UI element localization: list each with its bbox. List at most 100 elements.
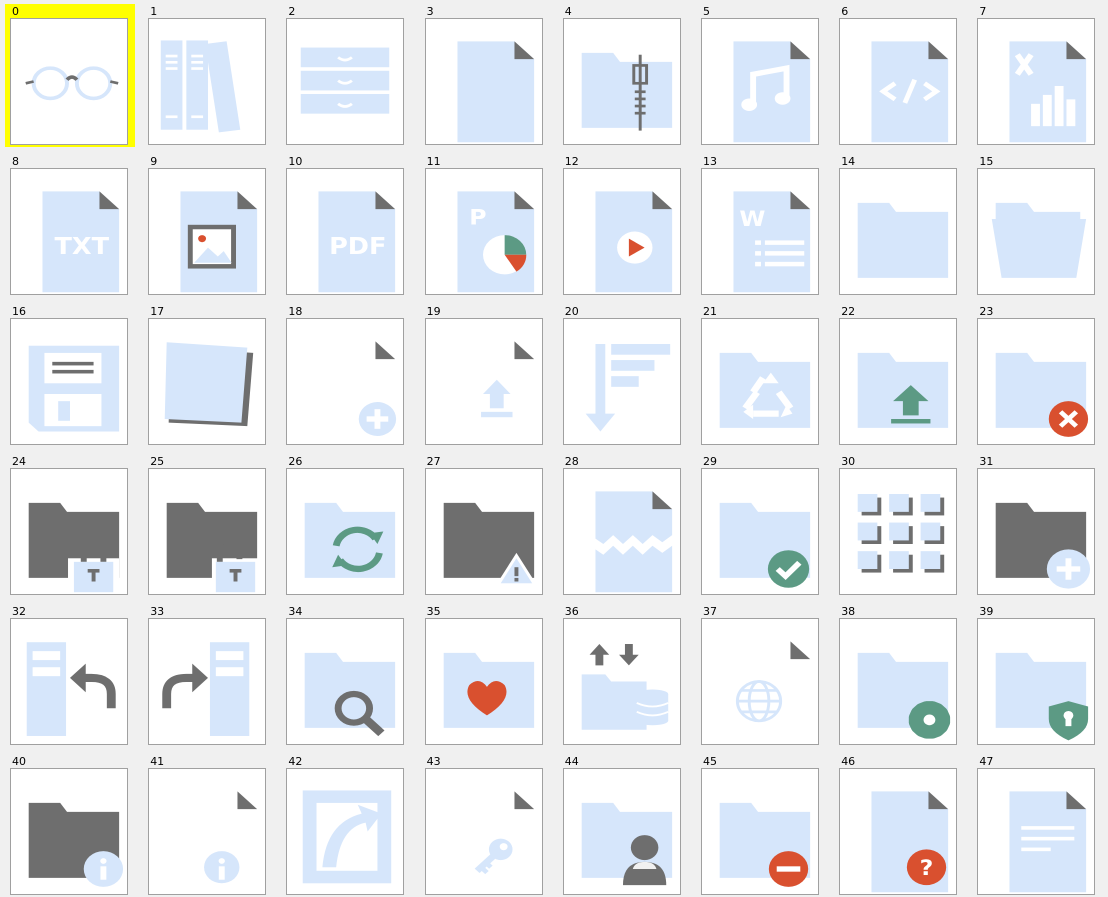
icon-tile[interactable]: 19 — [420, 304, 550, 447]
tile-preview[interactable] — [10, 318, 128, 445]
icon-tile[interactable]: 25 — [143, 454, 273, 597]
icon-tile[interactable]: 27 — [420, 454, 550, 597]
icon-tile[interactable]: 23 — [972, 304, 1102, 447]
icon-tile[interactable]: 29 — [696, 454, 826, 597]
tile-preview[interactable] — [10, 768, 128, 895]
tile-preview[interactable]: TXT — [10, 168, 128, 295]
icon-tile[interactable]: 24 — [5, 454, 135, 597]
icon-tile[interactable]: 46? — [834, 754, 964, 897]
icon-tile[interactable]: 9 — [143, 154, 273, 297]
icon-tile[interactable]: 40 — [5, 754, 135, 897]
icon-tile[interactable]: 36 — [558, 604, 688, 747]
icon-tile[interactable]: 13 W — [696, 154, 826, 297]
icon-tile[interactable]: 20 — [558, 304, 688, 447]
icon-tile[interactable]: 21 — [696, 304, 826, 447]
tile-preview[interactable] — [562, 768, 681, 895]
tile-preview[interactable] — [286, 618, 405, 745]
icon-tile[interactable]: 38 — [834, 604, 964, 747]
tile-preview[interactable] — [977, 168, 1096, 295]
icon-tile[interactable]: 17 — [143, 304, 273, 447]
icon-tile[interactable]: 28 — [558, 454, 688, 597]
tile-preview[interactable] — [701, 18, 819, 145]
tile-preview[interactable] — [148, 18, 267, 145]
icon-tile[interactable]: 30 — [834, 454, 964, 597]
icon-tile[interactable]: 11 P — [420, 154, 550, 297]
tile-preview[interactable] — [562, 468, 681, 595]
icon-tile[interactable]: 1 — [143, 4, 273, 147]
tile-preview[interactable] — [148, 318, 267, 445]
tile-preview[interactable] — [977, 768, 1096, 895]
icon-tile[interactable]: 15 — [972, 154, 1102, 297]
icon-tile[interactable]: 32 — [5, 604, 135, 747]
tile-preview[interactable] — [424, 318, 543, 445]
tile-preview[interactable] — [286, 18, 405, 145]
tile-preview[interactable] — [839, 168, 958, 295]
tile-preview[interactable] — [977, 318, 1096, 445]
icon-tile[interactable]: 7 — [972, 4, 1102, 147]
icon-tile[interactable]: 8 TXT — [5, 154, 135, 297]
icon-tile[interactable]: 37 — [696, 604, 826, 747]
icon-tile[interactable]: 43 — [420, 754, 550, 897]
icon-tile[interactable]: 39 — [972, 604, 1102, 747]
tile-preview[interactable] — [839, 618, 958, 745]
tile-preview[interactable] — [286, 768, 405, 895]
tile-preview[interactable] — [148, 468, 267, 595]
tile-preview[interactable] — [839, 468, 958, 595]
tile-preview[interactable] — [701, 468, 819, 595]
tile-preview[interactable] — [701, 618, 819, 745]
icon-tile[interactable]: 42 — [281, 754, 411, 897]
icon-tile[interactable]: 10 PDF — [281, 154, 411, 297]
tile-number: 27 — [426, 455, 441, 468]
icon-tile[interactable]: 2 — [281, 4, 411, 147]
icon-tile[interactable]: 6 — [834, 4, 964, 147]
icon-tile[interactable]: 3 — [420, 4, 550, 147]
icon-tile[interactable]: 18 — [281, 304, 411, 447]
icon-tile[interactable]: 26 — [281, 454, 411, 597]
tile-preview[interactable] — [424, 468, 543, 595]
tile-preview[interactable] — [562, 18, 681, 145]
tile-number: 42 — [288, 755, 303, 768]
icon-tile[interactable]: 12 — [558, 154, 688, 297]
icon-tile[interactable]: 14 — [834, 154, 964, 297]
tile-preview[interactable] — [701, 318, 819, 445]
icon-tile[interactable]: 4 — [558, 4, 688, 147]
icon-tile[interactable]: 45 — [696, 754, 826, 897]
tile-preview[interactable] — [977, 618, 1096, 745]
tile-preview[interactable]: W — [701, 168, 819, 295]
code-file-icon — [871, 41, 949, 143]
tile-preview[interactable] — [977, 468, 1096, 595]
tile-preview[interactable] — [10, 468, 128, 595]
tile-preview[interactable]: PDF — [286, 168, 405, 295]
icon-tile[interactable]: 5 — [696, 4, 826, 147]
tile-preview[interactable] — [701, 768, 819, 895]
tile-preview[interactable] — [562, 318, 681, 445]
tile-preview[interactable] — [977, 18, 1096, 145]
tile-preview[interactable] — [148, 618, 267, 745]
tile-preview[interactable] — [839, 18, 958, 145]
tile-preview[interactable] — [839, 318, 958, 445]
tile-preview[interactable] — [286, 468, 405, 595]
tile-preview[interactable]: P — [424, 168, 543, 295]
tile-preview[interactable] — [10, 18, 128, 145]
icon-tile[interactable]: 33 — [143, 604, 273, 747]
icon-tile[interactable]: 47 — [972, 754, 1102, 897]
icon-tile[interactable]: 44 — [558, 754, 688, 897]
icon-tile[interactable]: 16 — [5, 304, 135, 447]
tile-preview[interactable] — [562, 618, 681, 745]
tile-preview[interactable] — [424, 768, 543, 895]
tile-preview[interactable] — [148, 768, 267, 895]
tile-preview[interactable] — [286, 318, 405, 445]
icon-tile[interactable]: 31 — [972, 454, 1102, 597]
icon-tile[interactable]: 41 — [143, 754, 273, 897]
tile-preview[interactable] — [10, 618, 128, 745]
icon-tile[interactable]: 0 — [5, 4, 135, 147]
icon-tile[interactable]: 22 — [834, 304, 964, 447]
tile-preview[interactable] — [148, 168, 267, 295]
icon-tile[interactable]: 34 — [281, 604, 411, 747]
tile-preview[interactable] — [424, 618, 543, 745]
tile-preview[interactable] — [562, 168, 681, 295]
tile-number: 20 — [564, 305, 579, 318]
tile-preview[interactable] — [424, 18, 543, 145]
icon-tile[interactable]: 35 — [420, 604, 550, 747]
tile-preview[interactable]: ? — [839, 768, 958, 895]
